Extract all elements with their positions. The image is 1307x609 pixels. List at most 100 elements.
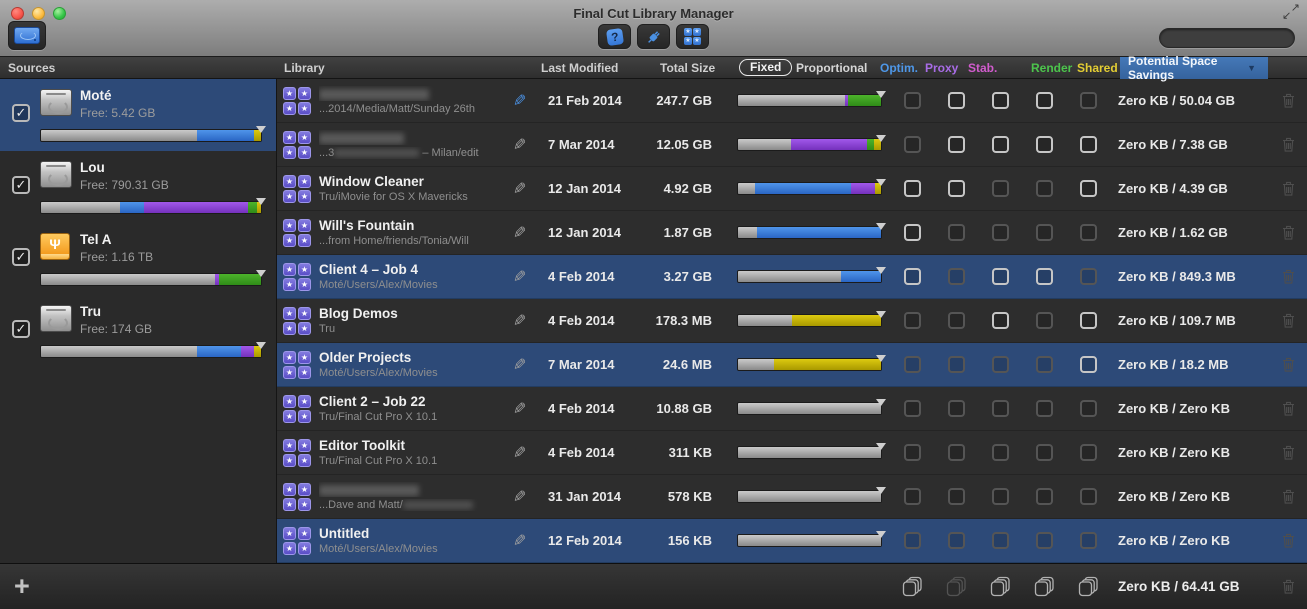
bar-marker-icon[interactable] <box>876 399 886 406</box>
source-checkbox[interactable] <box>12 320 30 338</box>
optim-checkbox[interactable] <box>904 92 921 109</box>
bar-marker-icon[interactable] <box>876 179 886 186</box>
proxy-checkbox[interactable] <box>948 224 965 241</box>
delete-library-button[interactable] <box>1270 269 1307 284</box>
library-row[interactable]: ...Dave and Matt/31 Jan 2014578 KBZero K… <box>277 475 1307 519</box>
rename-pencil-icon[interactable] <box>504 443 536 463</box>
library-row[interactable]: ...2014/Media/Matt/Sunday 26th21 Feb 201… <box>277 79 1307 123</box>
bar-marker-icon[interactable] <box>876 267 886 274</box>
optim-checkbox[interactable] <box>904 224 921 241</box>
shared-checkbox[interactable] <box>1080 356 1097 373</box>
bar-marker-icon[interactable] <box>876 311 886 318</box>
stab-checkbox[interactable] <box>992 224 1009 241</box>
libraries-button[interactable] <box>676 24 709 49</box>
delete-library-button[interactable] <box>1270 181 1307 196</box>
render-checkbox[interactable] <box>1036 400 1053 417</box>
rename-pencil-icon[interactable] <box>504 267 536 287</box>
library-row[interactable]: ...3 – Milan/edit7 Mar 201412.05 GBZero … <box>277 123 1307 167</box>
stab-checkbox[interactable] <box>992 268 1009 285</box>
stab-checkbox[interactable] <box>992 532 1009 549</box>
stab-checkbox[interactable] <box>992 444 1009 461</box>
optim-checkbox[interactable] <box>904 180 921 197</box>
fixed-toggle[interactable]: Fixed <box>739 59 792 76</box>
add-source-button[interactable]: + <box>14 573 30 600</box>
source-row[interactable]: Tel AFree: 1.16 TB <box>0 223 276 295</box>
delete-library-button[interactable] <box>1270 445 1307 460</box>
fullscreen-icon[interactable]: ↗↙ <box>1282 3 1300 21</box>
library-row[interactable]: UntitledMoté/Users/Alex/Movies12 Feb 201… <box>277 519 1307 563</box>
batch-stab-button[interactable] <box>978 576 1022 597</box>
render-checkbox[interactable] <box>1036 488 1053 505</box>
proxy-checkbox[interactable] <box>948 444 965 461</box>
proxy-checkbox[interactable] <box>948 488 965 505</box>
delete-library-button[interactable] <box>1270 357 1307 372</box>
shared-checkbox[interactable] <box>1080 488 1097 505</box>
batch-shared-button[interactable] <box>1066 576 1110 597</box>
delete-library-button[interactable] <box>1270 533 1307 548</box>
shared-checkbox[interactable] <box>1080 92 1097 109</box>
optim-checkbox[interactable] <box>904 268 921 285</box>
bar-marker-icon[interactable] <box>876 355 886 362</box>
library-row[interactable]: Older ProjectsMoté/Users/Alex/Movies7 Ma… <box>277 343 1307 387</box>
render-checkbox[interactable] <box>1036 532 1053 549</box>
render-checkbox[interactable] <box>1036 136 1053 153</box>
bar-marker-icon[interactable] <box>876 443 886 450</box>
library-row[interactable]: Window CleanerTru/iMovie for OS X Maveri… <box>277 167 1307 211</box>
bar-marker-icon[interactable] <box>876 223 886 230</box>
stab-checkbox[interactable] <box>992 180 1009 197</box>
optim-checkbox[interactable] <box>904 356 921 373</box>
optim-checkbox[interactable] <box>904 312 921 329</box>
render-checkbox[interactable] <box>1036 224 1053 241</box>
bar-marker-icon[interactable] <box>256 342 266 349</box>
connect-button[interactable] <box>637 24 670 49</box>
shared-checkbox[interactable] <box>1080 312 1097 329</box>
proxy-checkbox[interactable] <box>948 532 965 549</box>
help-button[interactable] <box>598 24 631 49</box>
optim-checkbox[interactable] <box>904 400 921 417</box>
render-checkbox[interactable] <box>1036 268 1053 285</box>
rename-pencil-icon[interactable] <box>504 531 536 551</box>
proxy-checkbox[interactable] <box>948 92 965 109</box>
optim-checkbox[interactable] <box>904 444 921 461</box>
proportional-toggle[interactable]: Proportional <box>796 61 867 75</box>
render-checkbox[interactable] <box>1036 444 1053 461</box>
search-input[interactable] <box>1171 32 1307 44</box>
rename-pencil-icon[interactable] <box>504 223 536 243</box>
rename-pencil-icon[interactable] <box>504 487 536 507</box>
delete-library-button[interactable] <box>1270 93 1307 108</box>
proxy-checkbox[interactable] <box>948 356 965 373</box>
proxy-checkbox[interactable] <box>948 180 965 197</box>
source-checkbox[interactable] <box>12 176 30 194</box>
stab-checkbox[interactable] <box>992 356 1009 373</box>
footer-trash-button[interactable] <box>1270 579 1307 594</box>
bar-marker-icon[interactable] <box>876 91 886 98</box>
render-checkbox[interactable] <box>1036 356 1053 373</box>
library-row[interactable]: Editor ToolkitTru/Final Cut Pro X 10.14 … <box>277 431 1307 475</box>
rename-pencil-icon[interactable] <box>504 311 536 331</box>
source-checkbox[interactable] <box>12 248 30 266</box>
bar-marker-icon[interactable] <box>256 198 266 205</box>
render-checkbox[interactable] <box>1036 180 1053 197</box>
batch-optim-button[interactable] <box>890 576 934 597</box>
bar-marker-icon[interactable] <box>256 126 266 133</box>
bar-marker-icon[interactable] <box>876 531 886 538</box>
stab-checkbox[interactable] <box>992 400 1009 417</box>
delete-library-button[interactable] <box>1270 137 1307 152</box>
rename-pencil-icon[interactable] <box>504 399 536 419</box>
source-row[interactable]: LouFree: 790.31 GB <box>0 151 276 223</box>
shared-checkbox[interactable] <box>1080 444 1097 461</box>
shared-checkbox[interactable] <box>1080 180 1097 197</box>
proxy-checkbox[interactable] <box>948 136 965 153</box>
delete-library-button[interactable] <box>1270 489 1307 504</box>
rename-pencil-icon[interactable] <box>504 355 536 375</box>
shared-checkbox[interactable] <box>1080 268 1097 285</box>
shared-checkbox[interactable] <box>1080 224 1097 241</box>
optim-checkbox[interactable] <box>904 488 921 505</box>
source-row[interactable]: TruFree: 174 GB <box>0 295 276 367</box>
shared-checkbox[interactable] <box>1080 400 1097 417</box>
render-checkbox[interactable] <box>1036 312 1053 329</box>
bar-marker-icon[interactable] <box>256 270 266 277</box>
stab-checkbox[interactable] <box>992 488 1009 505</box>
library-row[interactable]: Will's Fountain...from Home/friends/Toni… <box>277 211 1307 255</box>
delete-library-button[interactable] <box>1270 225 1307 240</box>
